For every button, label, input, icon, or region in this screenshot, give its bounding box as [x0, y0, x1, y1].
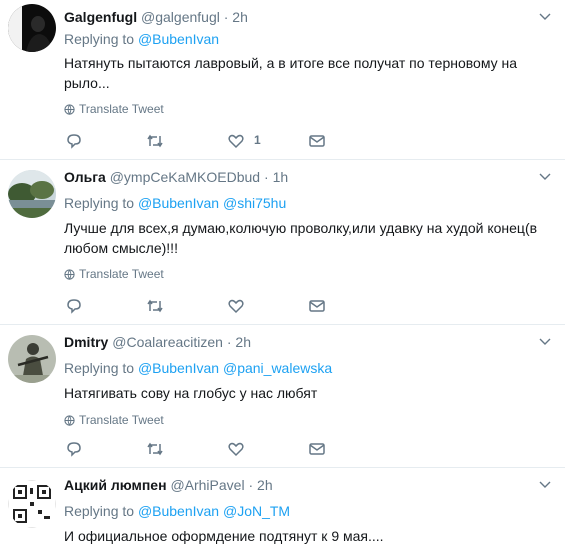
- chevron-down-icon[interactable]: [539, 478, 551, 490]
- mention-link[interactable]: @JoN_TM: [223, 503, 290, 519]
- timestamp[interactable]: 2h: [257, 477, 273, 493]
- globe-icon: [64, 104, 75, 115]
- separator-dot: ·: [226, 334, 232, 350]
- tweet-text: И официальное оформдение подтянут к 9 ма…: [64, 528, 384, 544]
- timestamp[interactable]: 1h: [273, 169, 289, 185]
- timestamp[interactable]: 2h: [235, 334, 251, 350]
- retweet-icon[interactable]: [145, 439, 165, 459]
- user-handle[interactable]: @ympCeKaMKOEDbud: [110, 169, 260, 185]
- mention-link[interactable]: @BubenIvan: [138, 503, 219, 519]
- mention-link[interactable]: @shi75hu: [223, 195, 286, 211]
- reply-icon[interactable]: [64, 439, 84, 459]
- replying-to: Replying to @BubenIvan @pani_walewska: [64, 360, 332, 376]
- like-icon[interactable]: [226, 296, 246, 316]
- tweet[interactable]: Dmitry @Coalareacitizen · 2h Replying to…: [0, 325, 565, 468]
- user-handle[interactable]: @ArhiPavel: [170, 477, 244, 493]
- display-name[interactable]: Dmitry: [64, 334, 108, 350]
- like-icon[interactable]: [226, 439, 246, 459]
- chevron-down-icon[interactable]: [539, 170, 551, 182]
- tweet[interactable]: Galgenfugl @galgenfugl · 2h Replying to …: [0, 0, 565, 160]
- replying-to-label: Replying to: [64, 503, 135, 519]
- tweet-text: Натягивать сову на глобус у нас любят: [64, 385, 318, 401]
- separator-dot: ·: [264, 169, 269, 185]
- tweet[interactable]: Ольга @ympCeKaMKOEDbud · 1h Replying to …: [0, 160, 565, 325]
- translate-label[interactable]: Translate Tweet: [79, 102, 164, 116]
- direct-message-icon[interactable]: [307, 131, 327, 151]
- replying-to-label: Replying to: [64, 360, 135, 376]
- avatar[interactable]: [8, 4, 56, 52]
- reply-icon[interactable]: [64, 296, 84, 316]
- tweet-text: Натянуть пытаются лавровый, а в итоге вс…: [64, 55, 518, 91]
- translate-label[interactable]: Translate Tweet: [79, 413, 164, 427]
- translate-label[interactable]: Translate Tweet: [79, 267, 164, 281]
- retweet-icon[interactable]: [145, 131, 165, 151]
- avatar[interactable]: [8, 170, 56, 218]
- globe-icon: [64, 415, 75, 426]
- direct-message-icon[interactable]: [307, 439, 327, 459]
- display-name[interactable]: Ольга: [64, 169, 106, 185]
- replying-to: Replying to @BubenIvan @shi75hu: [64, 195, 286, 211]
- avatar[interactable]: [8, 335, 56, 383]
- replying-to: Replying to @BubenIvan: [64, 31, 219, 47]
- display-name[interactable]: Ацкий люмпен: [64, 477, 167, 493]
- avatar[interactable]: [8, 480, 56, 528]
- user-handle[interactable]: @Coalareacitizen: [112, 334, 223, 350]
- tweet[interactable]: Ацкий люмпен @ArhiPavel · 2h Replying to…: [0, 468, 565, 550]
- separator-dot: ·: [248, 477, 254, 493]
- timestamp[interactable]: 2h: [232, 9, 248, 25]
- mention-link[interactable]: @BubenIvan: [138, 195, 219, 211]
- user-handle[interactable]: @galgenfugl: [141, 9, 220, 25]
- translate-tweet-link[interactable]: Translate Tweet: [64, 267, 164, 281]
- tweet-text: Лучше для всех,я думаю,колючую проволку,…: [64, 220, 538, 256]
- chevron-down-icon[interactable]: [539, 335, 551, 347]
- translate-tweet-link[interactable]: Translate Tweet: [64, 413, 164, 427]
- reply-icon[interactable]: [64, 131, 84, 151]
- mention-link[interactable]: @pani_walewska: [223, 360, 332, 376]
- globe-icon: [64, 269, 75, 280]
- mention-link[interactable]: @BubenIvan: [138, 31, 219, 47]
- like-count: 1: [254, 133, 261, 147]
- like-icon[interactable]: [226, 131, 246, 151]
- replying-to: Replying to @BubenIvan @JoN_TM: [64, 503, 290, 519]
- direct-message-icon[interactable]: [307, 296, 327, 316]
- chevron-down-icon[interactable]: [539, 10, 551, 22]
- replying-to-label: Replying to: [64, 31, 135, 47]
- retweet-icon[interactable]: [145, 296, 165, 316]
- translate-tweet-link[interactable]: Translate Tweet: [64, 102, 164, 116]
- display-name[interactable]: Galgenfugl: [64, 9, 137, 25]
- replying-to-label: Replying to: [64, 195, 135, 211]
- separator-dot: ·: [223, 9, 229, 25]
- mention-link[interactable]: @BubenIvan: [138, 360, 219, 376]
